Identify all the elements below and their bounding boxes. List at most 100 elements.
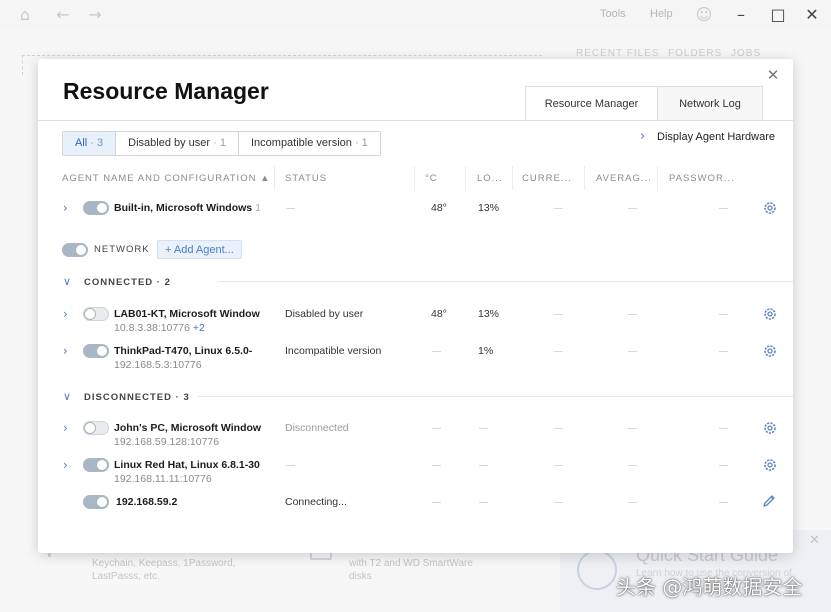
empty-dash [628, 502, 637, 503]
agent-address: 10.8.3.38:10776 +2 [114, 322, 205, 334]
agent-toggle[interactable] [83, 421, 109, 435]
filter-disabled-label: Disabled by user [128, 137, 211, 149]
status-value: Connecting... [285, 496, 347, 508]
bg-card1-line2: LastPasss, etc. [92, 571, 160, 582]
gear-icon[interactable] [762, 306, 778, 322]
bg-card2-line2: disks [349, 571, 372, 582]
minimize-icon[interactable]: – [731, 5, 751, 25]
empty-dash [628, 428, 637, 429]
empty-dash [628, 314, 637, 315]
agent-toggle[interactable] [83, 458, 109, 472]
maximize-icon[interactable]: □ [768, 5, 788, 25]
compass-icon [577, 550, 617, 590]
col-current[interactable]: CURRE... [522, 173, 577, 184]
load-value: 13% [478, 308, 500, 320]
gear-icon[interactable] [762, 420, 778, 436]
toggle-knob [96, 496, 108, 508]
col-status[interactable]: STATUS [285, 173, 405, 184]
column-divider [414, 166, 415, 190]
chevron-right-icon[interactable]: › [63, 344, 68, 358]
col-average[interactable]: AVERAG... [596, 173, 654, 184]
agent-name: Linux Red Hat, Linux 6.8.1-30 [114, 459, 260, 471]
header-divider [38, 120, 793, 121]
more-addresses-link[interactable]: +2 [193, 322, 205, 334]
col-password[interactable]: PASSWOR... [669, 173, 735, 184]
bg-tab-recent[interactable]: RECENT FILES [576, 48, 660, 59]
empty-dash [554, 314, 563, 315]
agent-address-text: 10.8.3.38:10776 [114, 322, 190, 334]
tab-resource-manager[interactable]: Resource Manager [525, 86, 658, 121]
empty-dash [628, 208, 637, 209]
bg-tab-jobs[interactable]: JOBS [731, 48, 761, 59]
section-divider [198, 396, 793, 397]
chevron-down-icon[interactable]: ∨ [63, 390, 71, 403]
empty-dash [554, 351, 563, 352]
tab-network-log[interactable]: Network Log [657, 86, 763, 121]
col-temp[interactable]: °C [425, 173, 455, 184]
forward-icon[interactable]: → [85, 5, 105, 25]
filter-all[interactable]: All · 3 [63, 132, 117, 155]
smiley-icon[interactable]: ☺ [694, 5, 714, 25]
bg-card2-line1: with T2 and WD SmartWare [349, 558, 473, 569]
empty-dash [479, 428, 488, 429]
empty-dash [432, 428, 441, 429]
col-agent-name[interactable]: AGENT NAME AND CONFIGURATION ▲ [62, 173, 272, 184]
gear-icon[interactable] [762, 200, 778, 216]
empty-dash [554, 428, 563, 429]
status-value: Incompatible version [285, 345, 382, 357]
disconnected-section-title: DISCONNECTED · 3 [84, 392, 190, 403]
filter-incompatible-version[interactable]: Incompatible version · 1 [238, 132, 380, 155]
agent-toggle[interactable] [83, 307, 109, 321]
empty-dash [554, 465, 563, 466]
toggle-knob [96, 345, 108, 357]
pencil-icon[interactable] [761, 493, 777, 509]
agent-name: 192.168.59.2 [116, 496, 178, 508]
empty-dash [432, 465, 441, 466]
filter-incompatible-count: · 1 [354, 137, 368, 149]
agent-toggle[interactable] [83, 495, 109, 509]
toggle-knob [96, 459, 108, 471]
filter-all-label: All [75, 137, 88, 149]
empty-dash [286, 465, 295, 466]
empty-dash [719, 208, 728, 209]
col-load[interactable]: LO... [477, 173, 507, 184]
empty-dash [432, 351, 441, 352]
filter-incompatible-label: Incompatible version [250, 137, 352, 149]
menu-tools[interactable]: Tools [600, 8, 626, 20]
back-icon[interactable]: ← [53, 5, 73, 25]
chevron-right-icon[interactable]: › [63, 201, 68, 215]
chevron-right-icon[interactable]: › [63, 421, 68, 435]
title-bar: ⌂ ← → Tools Help ☺ – □ ✕ [0, 0, 831, 30]
status-value: Disabled by user [285, 308, 364, 320]
empty-dash [719, 465, 728, 466]
bg-tab-folders[interactable]: FOLDERS [668, 48, 722, 59]
network-toggle[interactable] [62, 243, 88, 257]
chevron-right-icon[interactable]: › [640, 129, 645, 144]
close-icon[interactable]: ✕ [765, 67, 781, 83]
close-icon[interactable]: ✕ [809, 533, 820, 548]
display-agent-hardware-link[interactable]: Display Agent Hardware [657, 131, 775, 143]
empty-dash [432, 502, 441, 503]
empty-dash [554, 208, 563, 209]
home-icon[interactable]: ⌂ [15, 5, 35, 25]
filter-disabled-by-user[interactable]: Disabled by user · 1 [116, 132, 239, 155]
chevron-down-icon[interactable]: ∨ [63, 275, 71, 288]
chevron-right-icon[interactable]: › [63, 307, 68, 321]
filter-disabled-count: · 1 [213, 137, 226, 149]
agent-name: LAB01-KT, Microsoft Window [114, 308, 260, 320]
menu-help[interactable]: Help [650, 8, 673, 20]
column-divider [657, 166, 658, 190]
gear-icon[interactable] [762, 457, 778, 473]
toggle-knob [96, 202, 108, 214]
chevron-right-icon[interactable]: › [63, 458, 68, 472]
empty-dash [628, 351, 637, 352]
agent-toggle[interactable] [83, 201, 109, 215]
filter-all-count: · 3 [90, 137, 104, 149]
empty-dash [719, 502, 728, 503]
gear-icon[interactable] [762, 343, 778, 359]
add-agent-button[interactable]: + Add Agent... [157, 240, 242, 259]
empty-dash [479, 502, 488, 503]
column-divider [584, 166, 585, 190]
agent-toggle[interactable] [83, 344, 109, 358]
close-icon[interactable]: ✕ [802, 5, 822, 25]
